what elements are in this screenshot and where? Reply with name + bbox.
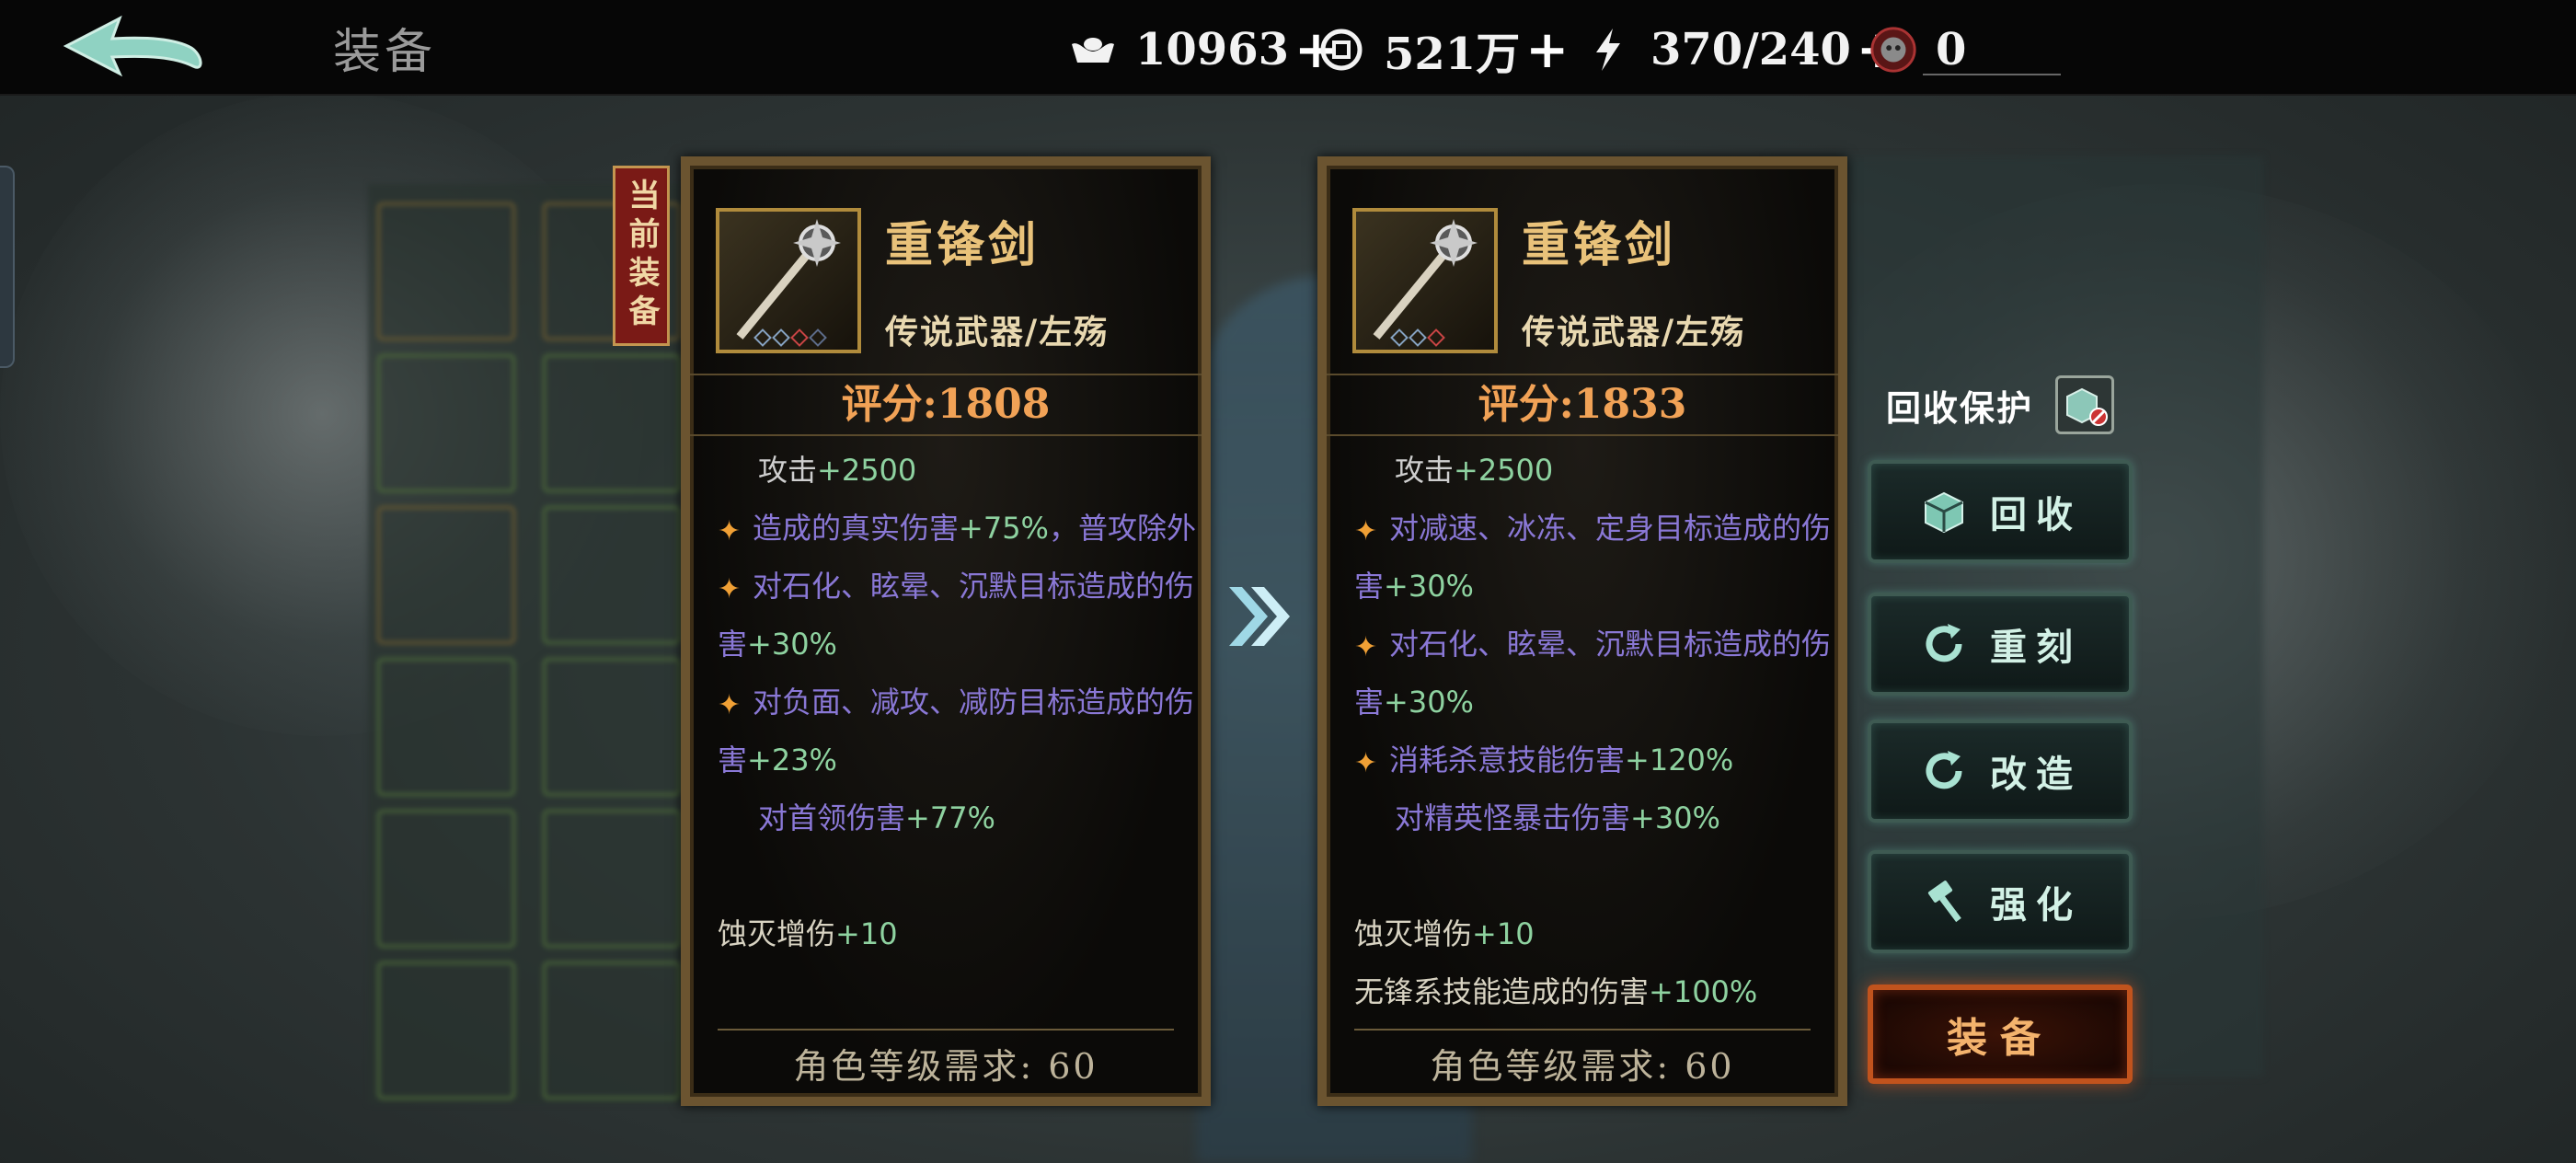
gem-socket-icon bbox=[1390, 328, 1409, 347]
item-type: 传说武器/左殇 bbox=[885, 313, 1110, 351]
stat-line: ✦ 对石化、眩晕、沉默目标造成的伤害+30% bbox=[718, 558, 1196, 674]
hero-medal-icon bbox=[1868, 24, 1919, 75]
back-button[interactable] bbox=[55, 9, 212, 86]
inventory-slot[interactable] bbox=[377, 658, 515, 796]
inventory-slot[interactable] bbox=[377, 961, 515, 1100]
star-icon: ✦ bbox=[718, 515, 742, 547]
gem-sockets bbox=[1390, 328, 1445, 347]
silver-resource: 10963 + bbox=[1067, 19, 1338, 80]
stat-line: ✦ 造成的真实伤害+75%，普攻除外 bbox=[718, 500, 1196, 558]
stat-line: 蚀灭增伤+10 bbox=[718, 916, 898, 951]
sword-item-icon[interactable] bbox=[1352, 208, 1498, 353]
inventory-slot[interactable] bbox=[543, 354, 681, 492]
stat-spacer bbox=[718, 847, 1196, 905]
stat-line: ✦ 对负面、减攻、减防目标造成的伤害+23% bbox=[718, 674, 1196, 789]
stat-line: 攻击+2500 bbox=[1395, 453, 1554, 488]
inventory-slot[interactable] bbox=[377, 202, 515, 340]
stat-line: 蚀灭增伤+10 bbox=[1354, 916, 1535, 951]
hammer-icon bbox=[1918, 876, 1970, 927]
stamina-resource: 370/240 + bbox=[1582, 19, 1900, 80]
stat-line: 无锋系技能造成的伤害+100% bbox=[1354, 974, 1758, 1009]
re-engrave-button[interactable]: 重刻 bbox=[1868, 593, 2133, 696]
gem-socket-icon bbox=[809, 328, 827, 347]
protect-box-icon bbox=[2066, 387, 2109, 426]
side-drawer-tab[interactable] bbox=[0, 166, 15, 368]
inventory-slot[interactable] bbox=[543, 961, 681, 1100]
coin-resource: 521万 + bbox=[1316, 19, 1569, 80]
sword-item-icon[interactable] bbox=[716, 208, 861, 353]
gem-socket-icon bbox=[1409, 328, 1427, 347]
star-icon: ✦ bbox=[1354, 631, 1378, 663]
gem-socket-icon bbox=[1427, 328, 1445, 347]
gem-sockets bbox=[753, 328, 827, 347]
equip-button[interactable]: 装备 bbox=[1868, 985, 2133, 1084]
hero-medal-resource: 0 bbox=[1868, 20, 2061, 79]
hero-medal-value: 0 bbox=[1936, 24, 1967, 75]
inventory-slot[interactable] bbox=[377, 354, 515, 492]
compare-arrow-icon bbox=[1229, 587, 1290, 646]
coin-icon bbox=[1316, 24, 1367, 75]
stat-line: ✦ 对石化、眩晕、沉默目标造成的伤害+30% bbox=[1354, 616, 1833, 731]
refresh-icon bbox=[1918, 745, 1970, 797]
gem-socket-icon bbox=[753, 328, 772, 347]
stat-line: ✦ 对减速、冰冻、定身目标造成的伤害+30% bbox=[1354, 500, 1833, 616]
modify-button[interactable]: 改造 bbox=[1868, 720, 2133, 823]
back-arrow-icon bbox=[63, 15, 202, 77]
stat-list: 攻击+2500 ✦ 造成的真实伤害+75%，普攻除外 ✦ 对石化、眩晕、沉默目标造成… bbox=[718, 442, 1196, 963]
stat-line: 攻击+2500 bbox=[758, 453, 917, 488]
coin-value: 521万 bbox=[1384, 29, 1521, 80]
stamina-bolt-icon bbox=[1582, 24, 1634, 75]
item-name: 重锋剑 bbox=[1522, 217, 1677, 273]
recycle-protect-row: 回收保护 bbox=[1886, 375, 2115, 434]
recycle-protect-label: 回收保护 bbox=[1886, 386, 2034, 429]
item-score: 评分:1833 bbox=[1327, 374, 1838, 436]
star-icon: ✦ bbox=[1354, 747, 1378, 779]
enhance-button[interactable]: 强化 bbox=[1868, 850, 2133, 953]
sword-icon bbox=[736, 219, 841, 340]
stat-line: 对首领伤害+77% bbox=[758, 800, 995, 835]
item-score: 评分:1808 bbox=[690, 374, 1202, 436]
gem-socket-icon bbox=[790, 328, 809, 347]
page-title: 装备 bbox=[333, 25, 437, 80]
inventory-slot[interactable] bbox=[377, 810, 515, 948]
stat-list: 攻击+2500 ✦ 对减速、冰冻、定身目标造成的伤害+30% ✦ 对石化、眩晕、沉默… bbox=[1354, 442, 1833, 1021]
stat-line: 对精英怪暴击伤害+30% bbox=[1395, 800, 1720, 835]
value-underline bbox=[1923, 74, 2061, 75]
silver-ingot-icon bbox=[1067, 24, 1119, 75]
level-requirement: 角色等级需求: 60 bbox=[793, 1046, 1098, 1087]
gem-socket-icon bbox=[772, 328, 790, 347]
star-icon: ✦ bbox=[718, 689, 742, 721]
item-type: 传说武器/左殇 bbox=[1522, 313, 1746, 351]
sword-icon bbox=[1373, 219, 1478, 340]
inventory-slot[interactable] bbox=[543, 810, 681, 948]
recycle-box-icon bbox=[1918, 486, 1970, 537]
item-name: 重锋剑 bbox=[885, 217, 1041, 273]
top-bar: 装备 10963 + 521万 + 370/240 + 0 bbox=[0, 0, 2576, 96]
recycle-protect-toggle[interactable] bbox=[2055, 375, 2115, 434]
level-requirement: 角色等级需求: 60 bbox=[1430, 1046, 1735, 1087]
silver-value: 10963 bbox=[1135, 24, 1289, 75]
stamina-value: 370/240 bbox=[1650, 24, 1851, 75]
inventory-slot[interactable] bbox=[543, 658, 681, 796]
star-icon: ✦ bbox=[1354, 515, 1378, 547]
star-icon: ✦ bbox=[718, 573, 742, 605]
refresh-icon bbox=[1918, 618, 1970, 670]
compare-equipment-card: 重锋剑 传说武器/左殇 评分:1833 攻击+2500 ✦ 对减速、冰冻、定身目标… bbox=[1317, 156, 1847, 1106]
stat-line: ✦ 消耗杀意技能伤害+120% bbox=[1354, 731, 1833, 789]
current-equipment-card: 重锋剑 传说武器/左殇 评分:1808 攻击+2500 ✦ 造成的真实伤害+75%… bbox=[681, 156, 1211, 1106]
current-equipment-tag: 当前装备 bbox=[613, 166, 670, 346]
divider bbox=[718, 1029, 1174, 1031]
add-coin-button[interactable]: + bbox=[1525, 19, 1569, 80]
inventory-slot[interactable] bbox=[543, 506, 681, 644]
inventory-slot[interactable] bbox=[377, 506, 515, 644]
divider bbox=[1354, 1029, 1811, 1031]
game-screen: 装备 10963 + 521万 + 370/240 + 0 bbox=[0, 0, 2576, 1163]
recycle-button[interactable]: 回收 bbox=[1868, 460, 2133, 563]
stat-spacer bbox=[1354, 847, 1833, 905]
